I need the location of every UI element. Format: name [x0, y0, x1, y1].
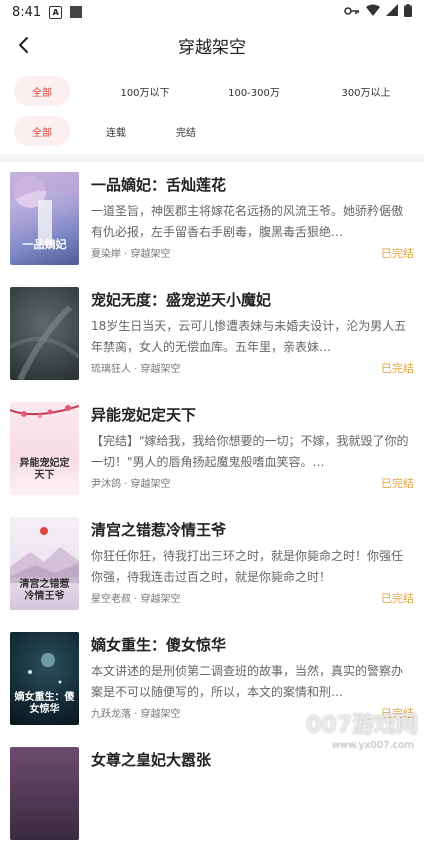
filter-word-all[interactable]: 全部 [14, 76, 70, 106]
book-status: 已完结 [381, 362, 414, 375]
key-icon [344, 5, 360, 20]
book-title: 异能宠妃定天下 [91, 406, 197, 424]
book-item[interactable]: 宠妃无度：盛宠逆天小魔妃 18岁生日当天，云可儿惨遭表妹与未婚夫设计，沦为男人五… [0, 277, 424, 392]
book-title: 一品嫡妃：舌灿莲花 [91, 176, 227, 194]
status-bar: 8:41 A [0, 0, 424, 24]
filter-word-under-1m[interactable]: 100万以下 [105, 76, 185, 106]
section-divider [0, 154, 424, 162]
book-cover: 一品嫡妃 [10, 172, 79, 265]
filter-panel: 全部 100万以下 100-300万 300万以上 全部 连载 完结 [0, 66, 424, 148]
notification-a-icon: A [49, 5, 63, 19]
cover-title: 清宫之错惹冷情王爷 [19, 579, 70, 602]
top-bar: 穿越架空 [0, 24, 424, 66]
cover-title: 嫡女重生：傻女惊华 [14, 692, 75, 715]
notification-square-icon [70, 6, 83, 18]
word-count-filter-row: 全部 100万以下 100-300万 300万以上 [0, 74, 424, 108]
book-author: 琉璃狂人 · 穿越架空 [91, 364, 181, 375]
book-description: 【完结】"嫁给我，我给你想要的一切；不嫁，我就毁了你的一切！"男人的唇角扬起魔鬼… [91, 434, 409, 469]
book-cover: 嫡女重生：傻女惊华 [10, 632, 79, 725]
watermark-url: www.yx007.com [331, 740, 414, 751]
wifi-icon [366, 4, 380, 20]
book-title: 清宫之错惹冷情王爷 [91, 521, 227, 539]
cover-title: 异能宠妃定天下 [19, 458, 70, 481]
signal-icon [386, 4, 398, 20]
book-item[interactable]: 女尊之皇妃大嚣张 [0, 737, 424, 852]
book-title: 宠妃无度：盛宠逆天小魔妃 [91, 291, 272, 309]
filter-word-over-3m[interactable]: 300万以上 [323, 76, 409, 106]
filter-status-all[interactable]: 全部 [14, 116, 70, 146]
status-filter-row: 全部 连载 完结 [0, 114, 424, 148]
page-title: 穿越架空 [178, 37, 246, 58]
book-item[interactable]: 一品嫡妃 一品嫡妃：舌灿莲花 一道圣旨，神医郡主将嫁花名远扬的风流王爷。她骄矜倨… [0, 162, 424, 277]
book-author: 星空老叔 · 穿越架空 [91, 594, 181, 605]
book-description: 你狂任你狂，待我打出三环之时，就是你毙命之时！你强任你强，待我连击过百之时，就是… [91, 549, 404, 584]
battery-icon [404, 3, 412, 21]
book-status: 已完结 [381, 592, 414, 605]
book-title: 女尊之皇妃大嚣张 [91, 751, 212, 769]
book-description: 18岁生日当天，云可儿惨遭表妹与未婚夫设计，沦为男人五年禁脔，女人的无偿血库。五… [91, 319, 407, 354]
book-description: 一道圣旨，神医郡主将嫁花名远扬的风流王爷。她骄矜倨傲有仇必报，左手留香右手剧毒，… [91, 204, 404, 239]
book-cover: 异能宠妃定天下 [10, 402, 79, 495]
book-cover [10, 747, 79, 840]
back-arrow-icon [19, 37, 28, 53]
book-description: 本文讲述的是刑侦第二调查班的故事，当然，真实的警察办案是不可以随便写的，所以，本… [91, 664, 404, 699]
book-title: 嫡女重生：傻女惊华 [91, 636, 227, 654]
cover-title: 一品嫡妃 [22, 238, 67, 251]
book-item[interactable]: 清宫之错惹冷情王爷 清宫之错惹冷情王爷 你狂任你狂，待我打出三环之时，就是你毙命… [0, 507, 424, 622]
filter-status-finished[interactable]: 完结 [156, 116, 216, 146]
filter-status-serializing[interactable]: 连载 [86, 116, 146, 146]
back-button[interactable] [10, 32, 36, 58]
book-author: 夏染岸 · 穿越架空 [91, 249, 171, 260]
book-author: 尹沐鸽 · 穿越架空 [91, 479, 171, 490]
book-status: 已完结 [381, 247, 414, 260]
book-item[interactable]: 异能宠妃定天下 异能宠妃定天下 【完结】"嫁给我，我给你想要的一切；不嫁，我就毁… [0, 392, 424, 507]
status-time: 8:41 [12, 4, 42, 20]
book-cover: 清宫之错惹冷情王爷 [10, 517, 79, 610]
book-cover [10, 287, 79, 380]
watermark-logo: 007游戏网 [306, 713, 418, 738]
book-status: 已完结 [381, 477, 414, 490]
filter-word-1m-3m[interactable]: 100-300万 [211, 76, 297, 106]
